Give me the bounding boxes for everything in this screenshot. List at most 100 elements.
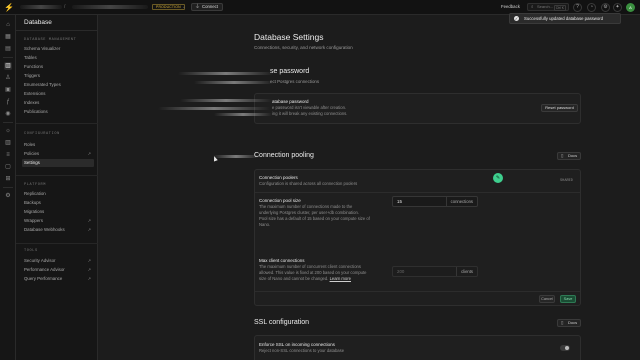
section-divider	[16, 123, 98, 124]
password-row-title: atabase password	[272, 99, 309, 104]
feedback-button[interactable]: Feedback	[501, 4, 520, 10]
external-link-icon: ↗	[87, 151, 91, 156]
advisors-icon[interactable]: ☼	[4, 127, 12, 135]
cancel-button[interactable]: Cancel	[539, 295, 555, 303]
breadcrumb-org-blurred[interactable]	[20, 5, 62, 9]
motion-blur-streak	[180, 99, 272, 102]
icon-bar-divider	[3, 57, 13, 58]
sidebar-header-divider	[16, 30, 98, 31]
ssl-docs-button[interactable]: ▯ Docs	[557, 319, 581, 327]
sidebar-item-backups[interactable]: Backups	[22, 199, 94, 207]
sidebar-item-migrations[interactable]: Migrations	[22, 208, 94, 216]
page-subtitle: Connections, security, and network confi…	[254, 45, 353, 50]
connect-button[interactable]: ⏚ Connect	[191, 3, 223, 11]
primary-icon-bar: ⌂ ▦ ▤ ▥ ♙ ▣ ƒ ◉ ☼ ▥ ≡ ▢ ⊞ ⚙	[0, 15, 16, 360]
sidebar-item-roles[interactable]: Roles	[22, 141, 94, 149]
reset-password-button[interactable]: Reset password	[541, 104, 578, 112]
sql-editor-icon[interactable]: ▤	[4, 45, 12, 53]
max-clients-desc-2: allowed. This value is fixed at 200 base…	[259, 270, 367, 275]
section-divider	[16, 243, 98, 244]
icon-bar-divider	[3, 122, 13, 123]
sidebar-item-performance-advisor[interactable]: Performance Advisor ↗	[22, 266, 94, 274]
shared-tag: SHARED	[560, 179, 573, 183]
logs-icon[interactable]: ≡	[4, 151, 12, 159]
motion-blur-streak	[214, 113, 272, 116]
sidebar-item-replication[interactable]: Replication	[22, 190, 94, 198]
external-link-icon: ↗	[87, 218, 91, 223]
avatar[interactable]: A	[626, 3, 635, 12]
password-row-desc-1: e password isn't viewable after creation…	[272, 105, 347, 110]
main-content: Database Settings Connections, security,…	[98, 15, 640, 360]
search-input[interactable]: ⌕ Search... Ctrl K	[527, 3, 569, 11]
storage-icon[interactable]: ▣	[4, 86, 12, 94]
learn-more-link[interactable]: Learn more	[330, 276, 351, 281]
section-label-tools: TOOLS	[24, 249, 38, 253]
chat-assistant-icon[interactable]: ✎	[493, 173, 503, 183]
sidebar-item-schema-visualizer[interactable]: Schema Visualizer	[22, 45, 94, 53]
table-editor-icon[interactable]: ▦	[4, 33, 12, 41]
max-clients-desc-3: size of Nano and cannot be changed. Lear…	[259, 276, 351, 282]
book-icon: ▯	[561, 320, 564, 325]
connection-pooling-panel: Connection poolers Configuration is shar…	[254, 169, 581, 306]
save-button[interactable]: Save	[560, 295, 576, 303]
pool-size-input[interactable]: 15 connections	[392, 196, 478, 207]
sidebar-item-query-performance[interactable]: Query Performance ↗	[22, 275, 94, 283]
docs-label: Docs	[568, 153, 578, 158]
sidebar-item-database-webhooks[interactable]: Database Webhooks ↗	[22, 226, 94, 234]
sidebar-item-enumerated-types[interactable]: Enumerated Types	[22, 81, 94, 89]
sidebar-item-policies[interactable]: Policies ↗	[22, 150, 94, 158]
realtime-icon[interactable]: ◉	[4, 110, 12, 118]
notifications-icon[interactable]: ◔	[587, 3, 596, 12]
pool-size-suffix: connections	[445, 197, 477, 206]
icon-bar-divider	[3, 187, 13, 188]
sidebar-item-settings[interactable]: Settings	[22, 159, 94, 167]
help-icon[interactable]: ?	[573, 3, 582, 12]
sidebar-item-tables[interactable]: Tables	[22, 54, 94, 62]
pool-size-desc-4: Nano.	[259, 222, 271, 227]
sidebar-item-extensions[interactable]: Extensions	[22, 90, 94, 98]
motion-blur-streak	[194, 81, 274, 84]
toast-message: Successfully updated database password	[524, 16, 604, 21]
integrations-icon[interactable]: ⊞	[4, 175, 12, 183]
sidebar-item-label: Performance Advisor	[24, 267, 65, 272]
supabase-logo-icon[interactable]: ⚡	[4, 3, 14, 12]
assistant-icon[interactable]: ✦	[613, 3, 622, 12]
branch-dropdown-chevron-icon[interactable]: ⌄	[182, 4, 186, 10]
success-toast: ✓ Successfully updated database password	[509, 13, 621, 24]
sidebar-item-indexes[interactable]: Indexes	[22, 99, 94, 107]
max-clients-desc-3-text: size of Nano and cannot be changed.	[259, 276, 329, 281]
section-heading-ssl-configuration: SSL configuration	[254, 319, 309, 326]
sidebar-item-security-advisor[interactable]: Security Advisor ↗	[22, 257, 94, 265]
sidebar-item-label: Database Webhooks	[24, 227, 65, 232]
enforce-ssl-toggle[interactable]	[560, 345, 570, 351]
pool-size-desc-2: underlying Postgres cluster, per user+db…	[259, 210, 359, 215]
api-docs-icon[interactable]: ▢	[4, 163, 12, 171]
edge-functions-icon[interactable]: ƒ	[4, 98, 12, 106]
motion-blur-streak	[213, 155, 259, 158]
home-icon[interactable]: ⌂	[4, 21, 12, 29]
book-icon: ▯	[561, 153, 564, 158]
production-badge: PRODUCTION	[152, 4, 185, 10]
sidebar-item-wrappers[interactable]: Wrappers ↗	[22, 217, 94, 225]
section-heading-database-password: se password	[270, 68, 310, 75]
sidebar-item-label: Policies	[24, 151, 40, 156]
section-heading-connection-pooling: Connection pooling	[254, 152, 314, 159]
sidebar-item-triggers[interactable]: Triggers	[22, 72, 94, 80]
database-icon[interactable]: ▥	[4, 62, 12, 70]
auth-icon[interactable]: ♙	[4, 74, 12, 82]
page-title: Database Settings	[254, 32, 324, 42]
reports-icon[interactable]: ▥	[4, 139, 12, 147]
gear-icon[interactable]: ⚙	[601, 3, 610, 12]
project-settings-icon[interactable]: ⚙	[4, 192, 12, 200]
section-description-password: ect Postgres connections	[270, 79, 320, 84]
breadcrumb-project-blurred[interactable]	[72, 5, 148, 9]
search-shortcut: Ctrl K	[553, 5, 566, 11]
docs-label: Docs	[568, 320, 578, 325]
max-clients-desc-1: The maximum number of concurrent client …	[259, 264, 361, 269]
sidebar-item-functions[interactable]: Functions	[22, 63, 94, 71]
max-clients-suffix: clients	[456, 267, 477, 276]
sidebar-item-publications[interactable]: Publications	[22, 108, 94, 116]
pooling-docs-button[interactable]: ▯ Docs	[557, 152, 581, 160]
row-divider	[255, 192, 580, 193]
sidebar-title: Database	[24, 19, 52, 26]
